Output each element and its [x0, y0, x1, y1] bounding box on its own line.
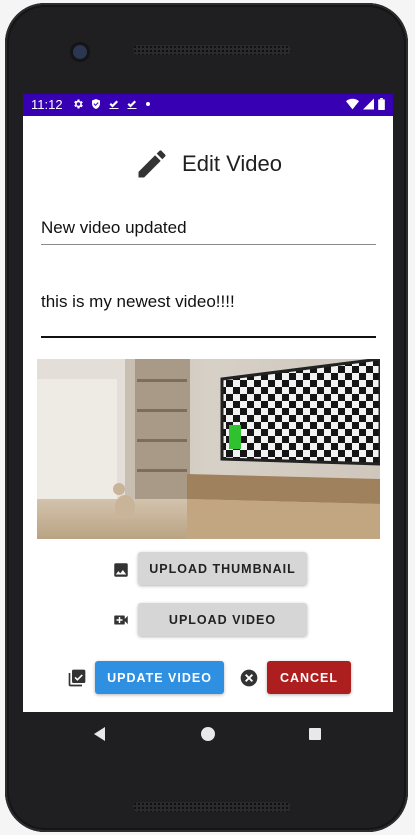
- header: Edit Video: [23, 144, 393, 184]
- home-icon[interactable]: [201, 727, 215, 741]
- description-field[interactable]: this is my newest video!!!!: [41, 288, 376, 338]
- update-video-button[interactable]: UPDATE VIDEO: [95, 661, 224, 694]
- pencil-icon: [138, 150, 166, 178]
- cancel-circle-icon: [240, 669, 258, 687]
- top-speaker: [133, 45, 291, 55]
- upload-thumbnail-button[interactable]: UPLOAD THUMBNAIL: [138, 552, 307, 585]
- wifi-icon: [346, 98, 359, 110]
- video-add-icon: [114, 615, 128, 625]
- title-field[interactable]: New video updated: [41, 218, 376, 245]
- recents-icon[interactable]: [309, 728, 321, 740]
- shield-icon: [92, 99, 100, 109]
- status-bar: 11:12: [23, 94, 393, 116]
- status-time: 11:12: [31, 97, 63, 112]
- front-camera: [73, 45, 87, 59]
- status-icons-right: [346, 98, 385, 110]
- cancel-button[interactable]: CANCEL: [267, 661, 351, 694]
- check-done-icon: [109, 100, 119, 109]
- bottom-speaker: [133, 802, 291, 812]
- system-nav-bar: [23, 712, 393, 756]
- settings-icon: [74, 99, 83, 109]
- back-icon[interactable]: [93, 727, 107, 741]
- upload-video-button[interactable]: UPLOAD VIDEO: [138, 603, 307, 636]
- page-title: Edit Video: [182, 151, 282, 176]
- content-area: Edit Video New video updated this is my …: [23, 116, 393, 712]
- library-check-icon: [68, 669, 86, 687]
- video-thumbnail: [37, 359, 380, 539]
- title-field-value: New video updated: [41, 218, 187, 237]
- battery-icon: [378, 98, 385, 110]
- app-screen: 11:12 Edit Video New video updated this …: [23, 94, 393, 712]
- status-icons-left: [72, 98, 152, 110]
- thumbnail-image: [37, 359, 380, 539]
- dot-icon: [146, 102, 150, 106]
- signal-icon: [363, 98, 374, 110]
- description-field-value: this is my newest video!!!!: [41, 292, 235, 311]
- check-done-icon: [127, 100, 137, 109]
- image-icon: [114, 563, 128, 577]
- device-frame: 11:12 Edit Video New video updated this …: [0, 0, 415, 835]
